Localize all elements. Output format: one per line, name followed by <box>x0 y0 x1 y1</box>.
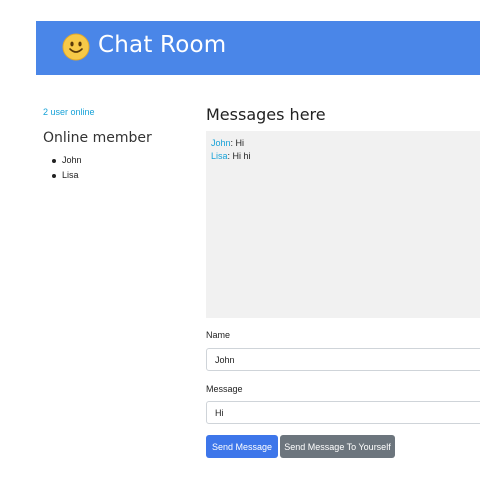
message-sender: Lisa <box>211 151 228 161</box>
messages-heading: Messages here <box>206 105 326 124</box>
name-input[interactable] <box>206 348 480 371</box>
message-input[interactable] <box>206 401 480 424</box>
member-name: John <box>62 155 82 165</box>
name-label: Name <box>206 330 231 340</box>
message-item: Lisa: Hi hi <box>211 150 475 163</box>
send-to-self-button[interactable]: Send Message To Yourself <box>280 435 395 458</box>
send-message-button[interactable]: Send Message <box>206 435 278 458</box>
message-sender: John <box>211 138 231 148</box>
bullet-icon <box>52 158 56 163</box>
list-item: Lisa <box>52 168 82 183</box>
list-item: John <box>52 153 82 168</box>
bullet-icon <box>52 173 56 178</box>
app-title: Chat Room <box>98 32 227 58</box>
message-item: John: Hi <box>211 137 475 150</box>
message-text: Hi hi <box>232 151 251 161</box>
message-text: Hi <box>235 138 245 148</box>
messages-panel[interactable]: John: Hi Lisa: Hi hi <box>206 131 480 318</box>
smiley-face-icon <box>62 33 90 61</box>
online-count: 2 user online <box>43 107 95 117</box>
member-list: John Lisa <box>52 153 82 183</box>
app-header: Chat Room <box>36 21 480 75</box>
member-name: Lisa <box>62 170 79 180</box>
online-members-heading: Online member <box>43 130 152 146</box>
message-label: Message <box>206 384 243 394</box>
